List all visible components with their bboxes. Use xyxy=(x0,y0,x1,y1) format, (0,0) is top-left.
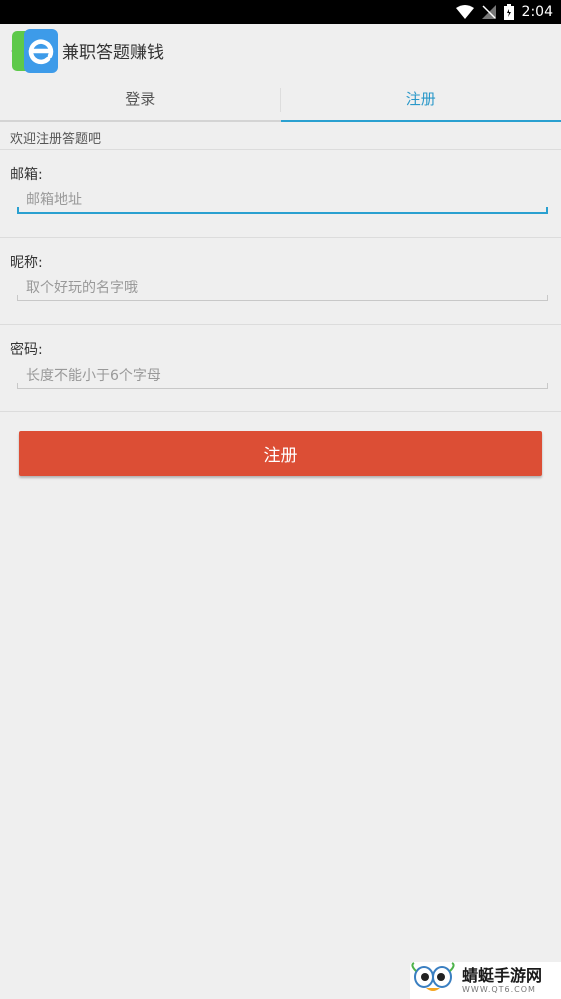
watermark: 蜻蜓手游网 WWW.QT6.COM xyxy=(410,961,561,999)
dragonfly-logo-icon xyxy=(410,961,458,999)
tab-login[interactable]: 登录 xyxy=(0,76,281,120)
e-logo-icon xyxy=(28,39,54,65)
app-icon[interactable] xyxy=(12,27,58,73)
welcome-text: 欢迎注册答题吧 xyxy=(10,132,102,147)
divider xyxy=(0,237,561,238)
tab-register[interactable]: 注册 xyxy=(280,76,561,122)
watermark-title: 蜻蜓手游网 xyxy=(462,965,543,985)
app-title: 兼职答题赚钱 xyxy=(62,42,164,63)
no-signal-icon xyxy=(481,5,496,19)
divider xyxy=(0,324,561,325)
status-bar: 2:04 xyxy=(0,0,561,24)
email-field[interactable]: 邮箱地址 xyxy=(17,186,548,214)
password-field[interactable]: 长度不能小于6个字母 xyxy=(17,361,548,389)
password-label: 密码: xyxy=(10,342,43,358)
tab-divider xyxy=(280,88,281,112)
divider xyxy=(0,411,561,412)
nickname-label: 昵称: xyxy=(10,255,43,271)
watermark-url: WWW.QT6.COM xyxy=(462,984,536,994)
battery-icon xyxy=(503,4,514,20)
email-label: 邮箱: xyxy=(10,167,43,183)
nickname-field[interactable]: 取个好玩的名字哦 xyxy=(17,273,548,301)
status-time: 2:04 xyxy=(521,4,553,20)
wifi-icon xyxy=(455,5,474,19)
app-bar: 《 兼职答题赚钱 xyxy=(0,24,561,76)
register-button[interactable]: 注册 xyxy=(19,431,542,476)
divider xyxy=(0,149,561,150)
